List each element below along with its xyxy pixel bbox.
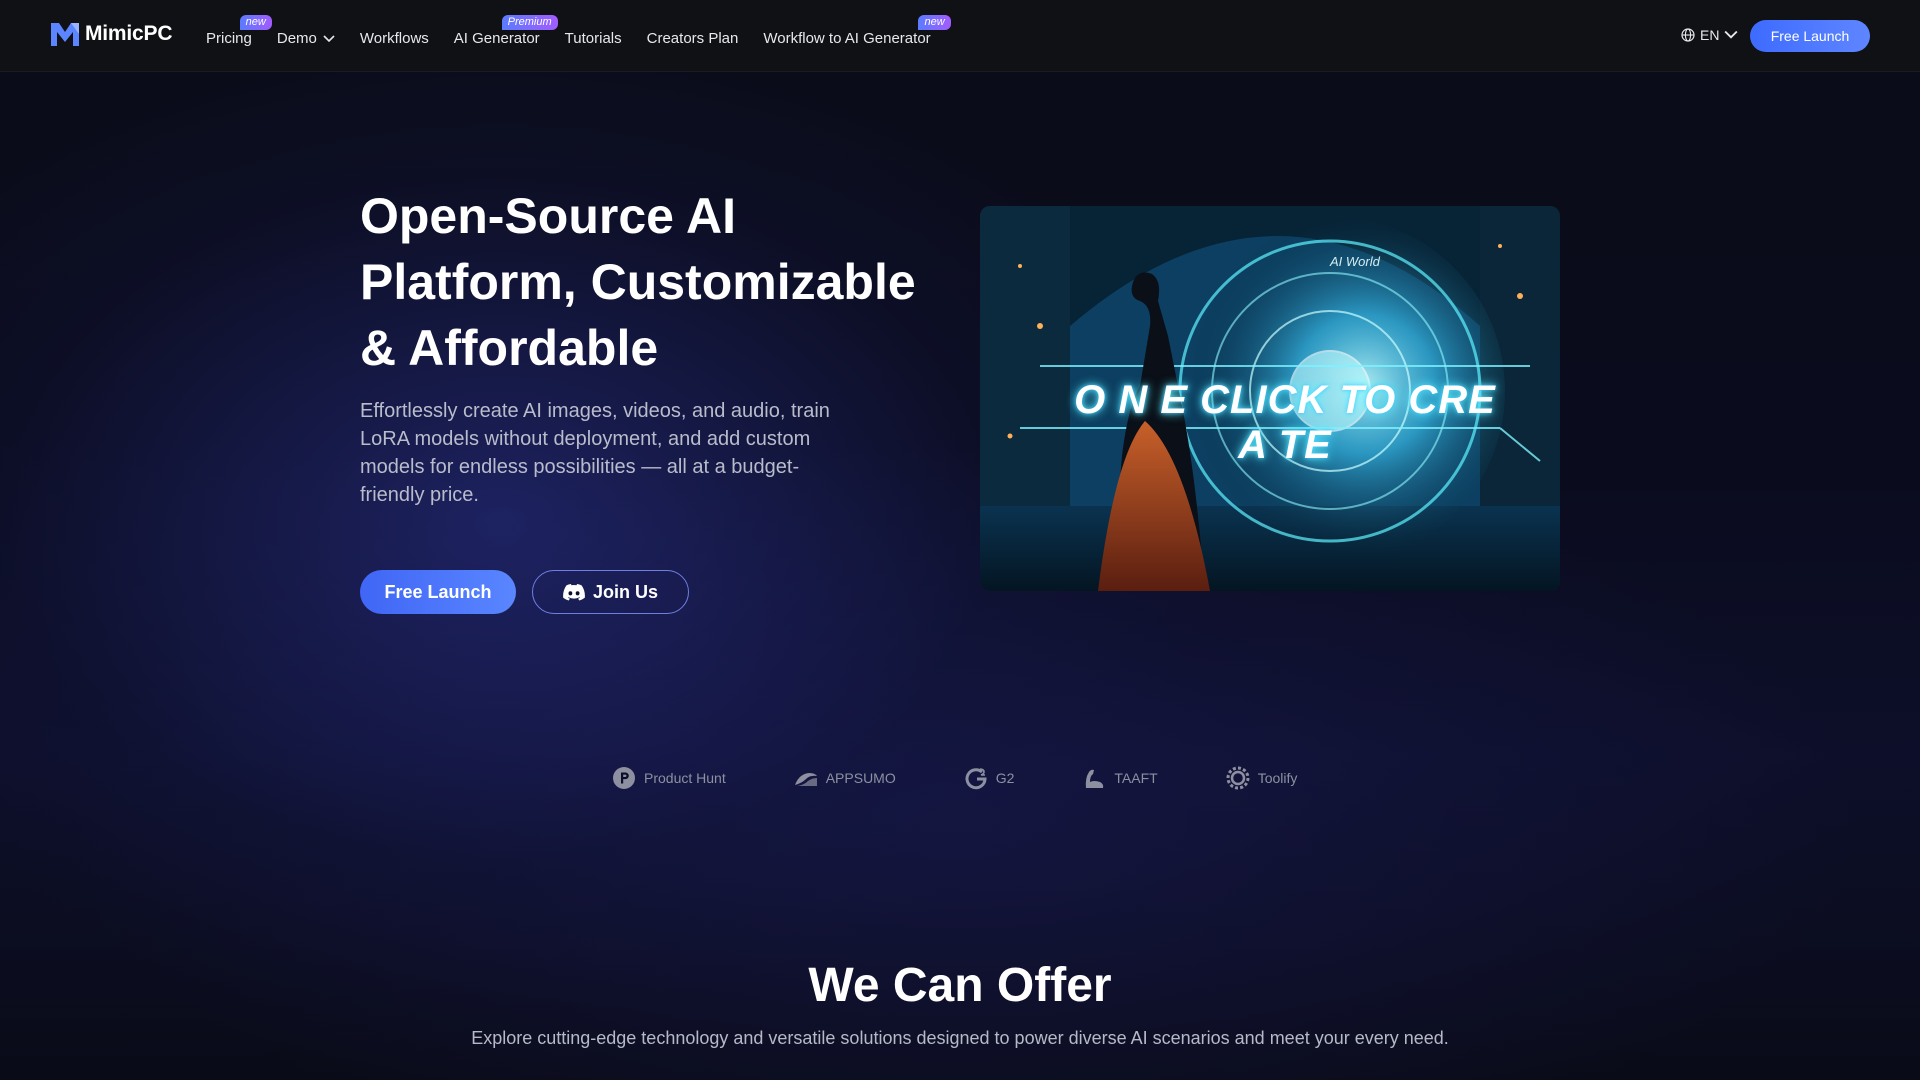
nav-item-label: Workflows — [359, 30, 429, 47]
partner-name: TAAFT — [1114, 770, 1158, 786]
brand-logo[interactable]: MimicPC — [49, 19, 172, 49]
partner-g2[interactable]: G2 — [964, 766, 1015, 790]
nav-item-label: Workflow to AI Generator — [763, 30, 931, 47]
image-small-text: AI World — [1330, 254, 1380, 269]
free-launch-button[interactable]: Free Launch — [360, 570, 516, 614]
product-hunt-icon — [613, 767, 635, 789]
partner-product-hunt[interactable]: Product Hunt — [612, 766, 726, 790]
offer-section-title: We Can Offer — [808, 959, 1112, 1012]
taaft-icon — [1086, 769, 1104, 788]
g2-icon — [965, 768, 987, 790]
hero-promo-image: AI World O N E CLICK TO CRE A TE — [980, 206, 1560, 591]
nav-item-workflow-to-ai-generator[interactable]: Workflow to AI Generator new — [763, 15, 951, 47]
chevron-down-icon — [323, 34, 335, 42]
chevron-down-icon — [1724, 30, 1738, 39]
hero-subtitle: Effortlessly create AI images, videos, a… — [360, 400, 830, 506]
toolify-icon — [1226, 766, 1250, 790]
image-caption: O N E CLICK TO CRE A TE — [1074, 378, 1496, 467]
partner-taaft[interactable]: TAAFT — [1082, 766, 1158, 790]
language-selector[interactable]: EN — [1681, 27, 1738, 43]
nav-item-creators-plan[interactable]: Creators Plan — [647, 30, 739, 47]
hero-title: Open-Source AI Platform, Customizable & … — [360, 188, 916, 376]
offer-section-subtitle: Explore cutting-edge technology and vers… — [471, 1028, 1449, 1048]
page-background — [0, 0, 1920, 1080]
partner-appsumo[interactable]: APPSUMO — [794, 766, 896, 790]
nav-item-ai-generator[interactable]: AI Generator Premium — [453, 15, 558, 47]
globe-icon — [1681, 28, 1695, 42]
top-navbar: MimicPC Pricing new Demo Workflows AI Ge… — [0, 0, 1920, 72]
partner-name: G2 — [995, 770, 1015, 786]
nav-item-label: Demo — [276, 30, 317, 47]
nav-item-label: Creators Plan — [646, 30, 739, 47]
language-label: EN — [1700, 27, 1720, 43]
main-nav: Pricing new Demo Workflows AI Generator … — [206, 15, 956, 47]
partner-logos: Product Hunt APPSUMO G2 TAAFT Toolify — [612, 766, 1297, 790]
nav-item-pricing[interactable]: Pricing new — [206, 15, 272, 47]
brand-name: MimicPC — [85, 22, 173, 45]
mimicpc-logo-icon — [51, 23, 79, 46]
partner-toolify[interactable]: Toolify — [1226, 766, 1298, 790]
join-us-label: Join Us — [592, 581, 658, 602]
nav-item-label: Tutorials — [564, 30, 622, 47]
appsumo-icon — [794, 773, 817, 786]
partner-name: Product Hunt — [644, 770, 726, 786]
new-badge: new — [918, 15, 951, 30]
nav-item-label: AI Generator — [453, 30, 540, 47]
nav-item-demo[interactable]: Demo — [277, 30, 335, 47]
partner-name: APPSUMO — [825, 770, 896, 786]
nav-item-workflows[interactable]: Workflows — [360, 30, 429, 47]
nav-free-launch-button[interactable]: Free Launch — [1750, 20, 1870, 52]
join-us-button[interactable]: Join Us — [532, 570, 689, 614]
discord-icon — [563, 583, 585, 600]
premium-badge: Premium — [501, 15, 558, 30]
new-badge: new — [239, 15, 272, 30]
partner-name: Toolify — [1257, 770, 1298, 786]
nav-item-tutorials[interactable]: Tutorials — [565, 30, 622, 47]
nav-item-label: Pricing — [206, 30, 252, 47]
